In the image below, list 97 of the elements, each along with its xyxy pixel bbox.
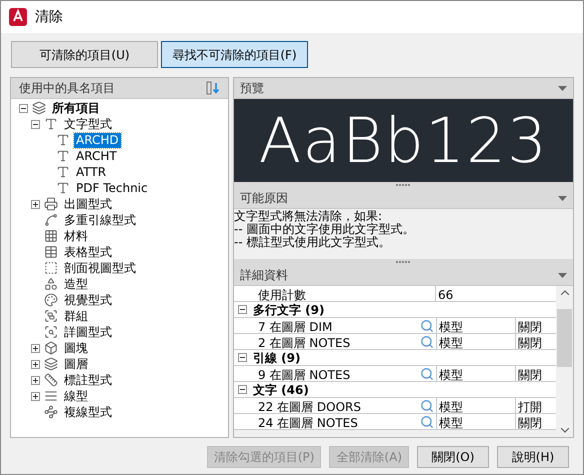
table-cell-text: 打開 <box>517 399 543 413</box>
table-cell-text: 關閉 <box>517 319 543 333</box>
category-icon <box>44 405 58 419</box>
zoom-to-icon[interactable] <box>420 415 434 429</box>
category-icon <box>44 213 58 227</box>
group-label: 文字 (46) <box>253 382 309 398</box>
category-icon <box>56 181 70 195</box>
tree-item[interactable]: 複線型式 <box>62 404 114 420</box>
dropdown-arrow-icon[interactable] <box>558 86 567 90</box>
panel-header: 可能原因 <box>240 190 288 207</box>
table-cell-text: 9 在圖層 NOTES <box>257 367 352 381</box>
table-cell: 模型 <box>436 414 516 429</box>
table-cell-text: 22 在圖層 DOORS <box>257 399 362 413</box>
category-icon <box>56 165 70 179</box>
table-cell-text: 24 在圖層 NOTES <box>257 415 359 429</box>
expand-toggle[interactable] <box>31 360 40 368</box>
zoom-to-icon[interactable] <box>420 335 434 349</box>
panel-header: 預覽 <box>240 80 264 97</box>
category-icon <box>44 229 58 243</box>
expand-toggle[interactable] <box>31 376 40 384</box>
tree-item[interactable]: 剖面視圖型式 <box>62 260 138 276</box>
tree-item[interactable]: 圖層 <box>62 356 90 372</box>
table-cell: 模型 <box>436 318 516 333</box>
collapse-toggle[interactable] <box>19 104 28 112</box>
window-title: 清除 <box>35 8 63 26</box>
dialog-button[interactable]: 關閉(O) <box>417 446 489 468</box>
tree-item[interactable]: ARCHT <box>74 148 119 164</box>
panel-header: 詳細資料 <box>240 267 288 284</box>
dropdown-arrow-icon[interactable] <box>558 196 567 200</box>
category-icon <box>44 293 58 307</box>
sort-icon[interactable] <box>206 81 220 95</box>
category-icon <box>44 341 58 355</box>
tab[interactable]: 可清除的項目(U) <box>11 41 158 68</box>
dropdown-arrow-icon[interactable] <box>558 272 567 278</box>
table-cell: 模型 <box>436 366 516 381</box>
collapse-toggle[interactable] <box>238 305 247 314</box>
category-icon <box>44 373 58 387</box>
tree-item[interactable]: PDF Technic <box>74 180 150 196</box>
collapse-toggle[interactable] <box>238 385 247 394</box>
tree-item[interactable]: 視覺型式 <box>62 292 114 308</box>
app-logo-icon <box>9 8 27 26</box>
tree-item[interactable]: 所有項目 <box>50 100 102 116</box>
table-cell-text: 關閉 <box>517 335 543 349</box>
group-label: 多行文字 (9) <box>253 302 324 318</box>
table-cell: 模型 <box>436 398 516 413</box>
reason-text: 文字型式將無法清除，如果: <box>234 210 384 223</box>
category-icon <box>44 245 58 259</box>
property-name: 使用計數 <box>234 286 436 301</box>
zoom-to-icon[interactable] <box>420 367 434 381</box>
expand-toggle[interactable] <box>31 344 40 352</box>
property-value: 66 <box>437 287 454 301</box>
tree-item[interactable]: 圖塊 <box>62 340 90 356</box>
category-icon <box>44 389 58 403</box>
category-icon <box>44 261 58 275</box>
zoom-to-icon[interactable] <box>420 399 434 413</box>
tree-item[interactable]: ARCHD <box>74 132 121 148</box>
drawing-icon <box>32 101 46 115</box>
group-label: 引線 (9) <box>253 350 300 366</box>
scroll-down-icon[interactable] <box>560 428 568 433</box>
tree-item[interactable]: 材料 <box>62 228 90 244</box>
category-icon <box>56 133 70 147</box>
expand-toggle[interactable] <box>31 200 40 208</box>
reason-text: -- 圖面中的文字使用此文字型式。 <box>234 223 416 236</box>
category-icon <box>44 277 58 291</box>
dialog-button[interactable]: 說明(H) <box>497 446 569 468</box>
zoom-to-icon[interactable] <box>420 319 434 333</box>
tab[interactable]: 尋找不可清除的項目(F) <box>161 41 308 68</box>
tree-item[interactable]: 表格型式 <box>62 244 114 260</box>
splitter-handle[interactable] <box>234 259 573 265</box>
table-cell: 模型 <box>436 334 516 349</box>
category-icon <box>44 357 58 371</box>
table-cell-text: 關閉 <box>517 367 543 381</box>
category-icon <box>44 197 58 211</box>
tree-item[interactable]: ATTR <box>74 164 108 180</box>
tree-item[interactable]: 出圖型式 <box>62 196 114 212</box>
tree-item[interactable]: 標註型式 <box>62 372 114 388</box>
tree-item[interactable]: 群組 <box>62 308 90 324</box>
category-icon <box>56 149 70 163</box>
tree-item[interactable]: 造型 <box>62 276 90 292</box>
table-cell-text: 2 在圖層 NOTES <box>257 335 352 349</box>
collapse-toggle[interactable] <box>238 353 247 362</box>
category-icon <box>44 309 58 323</box>
expand-toggle[interactable] <box>31 392 40 400</box>
table-cell-text: 關閉 <box>517 415 543 429</box>
preview-sample: AaBb123 <box>258 110 548 172</box>
category-icon <box>44 117 58 131</box>
reason-text: -- 標註型式使用此文字型式。 <box>234 236 392 249</box>
tree-item[interactable]: 文字型式 <box>62 116 114 132</box>
tree-item[interactable]: 多重引線型式 <box>62 212 138 228</box>
scroll-up-icon[interactable] <box>560 290 568 295</box>
category-icon <box>44 325 58 339</box>
tree-item[interactable]: 詳圖型式 <box>62 324 114 340</box>
splitter-handle[interactable] <box>234 182 573 188</box>
panel-header: 使用中的具名項目 <box>19 80 115 97</box>
table-cell-text: 7 在圖層 DIM <box>257 319 334 333</box>
tree-item[interactable]: 線型 <box>62 388 90 404</box>
collapse-toggle[interactable] <box>31 120 40 128</box>
